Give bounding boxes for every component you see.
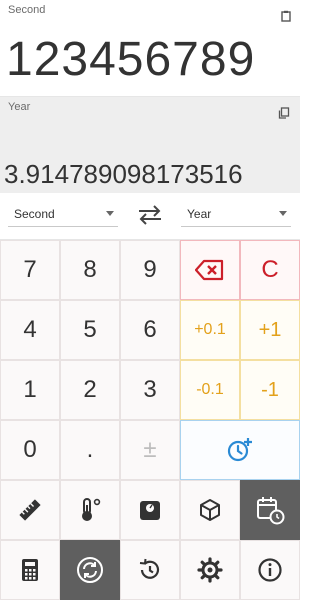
- converter-button[interactable]: [60, 540, 120, 600]
- volume-category-button[interactable]: [180, 480, 240, 540]
- calculator-icon: [22, 559, 38, 581]
- history-icon: [139, 558, 160, 579]
- temperature-category-button[interactable]: [60, 480, 120, 540]
- unit-selector-row: Second Year: [0, 193, 300, 240]
- key-2[interactable]: 2: [60, 360, 120, 420]
- copy-icon[interactable]: [278, 107, 290, 119]
- settings-button[interactable]: [180, 540, 240, 600]
- paste-icon[interactable]: [280, 10, 292, 22]
- key-8[interactable]: 8: [60, 240, 120, 300]
- convert-icon: [77, 557, 103, 583]
- info-icon: [258, 558, 282, 582]
- history-button[interactable]: [120, 540, 180, 600]
- key-6[interactable]: 6: [120, 300, 180, 360]
- calculator-button[interactable]: [0, 540, 60, 600]
- key-4[interactable]: 4: [0, 300, 60, 360]
- add-time-button[interactable]: [180, 420, 300, 480]
- ruler-icon: [19, 499, 41, 521]
- length-category-button[interactable]: [0, 480, 60, 540]
- plus-1-button[interactable]: +1: [240, 300, 300, 360]
- minus-1-button[interactable]: -1: [240, 360, 300, 420]
- key-0[interactable]: 0: [0, 420, 60, 480]
- from-unit-dropdown[interactable]: Second: [8, 201, 118, 227]
- to-unit-label: Year: [187, 206, 212, 221]
- gear-icon: [197, 557, 223, 583]
- backspace-button[interactable]: [180, 240, 240, 300]
- chevron-down-icon: [279, 211, 287, 216]
- input-unit-label: Second: [8, 4, 46, 16]
- calendar-clock-icon: [257, 497, 285, 525]
- to-unit-dropdown[interactable]: Year: [181, 201, 291, 227]
- input-display[interactable]: Second 123456789: [0, 0, 300, 97]
- from-unit-label: Second: [14, 206, 55, 221]
- key-1[interactable]: 1: [0, 360, 60, 420]
- output-display: Year 3.914789098173516: [0, 97, 300, 193]
- keypad: 7 8 9 C 4 5 6 +0.1 +1 1 2 3 -0.1 -1 0 . …: [0, 240, 300, 600]
- weight-icon: [140, 501, 160, 520]
- chevron-down-icon: [106, 211, 114, 216]
- minus-0.1-button[interactable]: -0.1: [180, 360, 240, 420]
- plus-minus-button[interactable]: ±: [120, 420, 180, 480]
- about-button[interactable]: [240, 540, 300, 600]
- time-category-button[interactable]: [240, 480, 300, 540]
- thermometer-icon: [82, 498, 101, 521]
- weight-category-button[interactable]: [120, 480, 180, 540]
- cube-icon: [200, 499, 220, 521]
- input-value: 123456789: [6, 33, 256, 86]
- output-unit-label: Year: [8, 101, 31, 113]
- swap-icon: [139, 205, 161, 225]
- backspace-icon: [195, 259, 224, 281]
- clear-button[interactable]: C: [240, 240, 300, 300]
- add-time-icon: [227, 438, 252, 462]
- key-3[interactable]: 3: [120, 360, 180, 420]
- swap-units-button[interactable]: [135, 203, 165, 227]
- output-value: 3.914789098173516: [4, 159, 243, 189]
- decimal-point-button[interactable]: .: [60, 420, 120, 480]
- key-9[interactable]: 9: [120, 240, 180, 300]
- plus-0.1-button[interactable]: +0.1: [180, 300, 240, 360]
- key-7[interactable]: 7: [0, 240, 60, 300]
- key-5[interactable]: 5: [60, 300, 120, 360]
